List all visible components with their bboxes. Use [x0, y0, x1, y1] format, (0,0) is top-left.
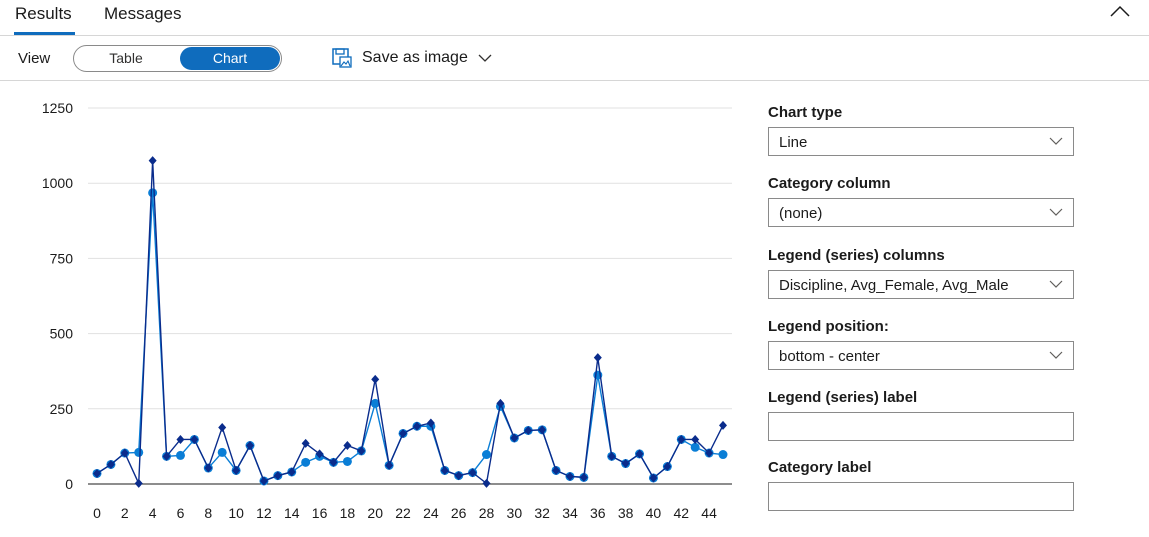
series-2-point — [301, 457, 311, 467]
x-tick-label: 10 — [228, 505, 244, 521]
series-1-point — [371, 374, 380, 384]
active-tab-indicator — [14, 32, 75, 35]
chevron-down-icon — [1049, 280, 1063, 288]
collapse-panel-button[interactable] — [1108, 2, 1132, 22]
series-2-point — [718, 450, 728, 460]
series-2-point — [690, 442, 700, 452]
series-1-point — [719, 420, 727, 430]
legend-series-label-label: Legend (series) label — [768, 389, 918, 406]
x-tick-label: 38 — [618, 505, 634, 521]
save-image-icon — [332, 48, 352, 68]
line-chart: 0250500750100012500 2 4 6 8 10 12 14 16 18 20 22 24 2… — [42, 100, 732, 521]
chevron-down-icon — [1049, 351, 1063, 359]
x-tick-label: 34 — [562, 505, 578, 521]
series-1-point — [593, 353, 602, 363]
x-tick-label: 28 — [479, 505, 495, 521]
x-tick-label: 12 — [256, 505, 272, 521]
view-toolbar: View Table Chart Save as image — [0, 36, 1149, 81]
chevron-down-icon — [1049, 137, 1063, 145]
x-tick-label: 42 — [673, 505, 689, 521]
series-1-point — [134, 478, 143, 488]
chevron-down-icon — [1049, 208, 1063, 216]
category-label-input[interactable] — [768, 482, 1074, 511]
y-tick-label: 1000 — [42, 175, 73, 191]
legend-position-value: bottom - center — [779, 348, 880, 365]
series-2-point — [217, 447, 227, 457]
legend-position-dropdown[interactable]: bottom - center — [768, 341, 1074, 370]
chart-type-value: Line — [779, 134, 808, 151]
legend-columns-label: Legend (series) columns — [768, 247, 945, 264]
series-2-point — [134, 447, 144, 457]
series-1-point — [218, 422, 227, 432]
category-column-value: (none) — [779, 205, 823, 222]
save-as-image-button[interactable]: Save as image — [331, 46, 492, 70]
category-column-dropdown[interactable]: (none) — [768, 198, 1074, 227]
y-tick-label: 1250 — [42, 100, 73, 116]
legend-columns-dropdown[interactable]: Discipline, Avg_Female, Avg_Male — [768, 270, 1074, 299]
x-tick-label: 44 — [701, 505, 717, 521]
chart-type-dropdown[interactable]: Line — [768, 127, 1074, 156]
x-tick-label: 36 — [590, 505, 606, 521]
y-tick-label: 250 — [50, 401, 74, 417]
x-tick-label: 0 — [93, 505, 101, 521]
x-tick-label: 8 — [204, 505, 212, 521]
x-tick-label: 18 — [340, 505, 356, 521]
x-tick-label: 16 — [312, 505, 328, 521]
legend-position-label: Legend position: — [768, 318, 889, 335]
x-tick-label: 40 — [646, 505, 662, 521]
results-tab-bar: Results Messages — [0, 0, 1149, 36]
series-1-line — [96, 160, 724, 485]
view-toggle: Table Chart — [73, 45, 282, 72]
chart-type-label: Chart type — [768, 104, 843, 121]
x-tick-label: 30 — [507, 505, 523, 521]
x-tick-label: 24 — [423, 505, 439, 521]
y-tick-label: 750 — [50, 250, 74, 266]
save-as-image-label: Save as image — [362, 49, 468, 66]
legend-columns-value: Discipline, Avg_Female, Avg_Male — [779, 277, 1009, 294]
tab-results[interactable]: Results — [15, 4, 72, 24]
table-view-button[interactable]: Table — [76, 47, 176, 70]
x-tick-label: 22 — [395, 505, 411, 521]
view-label: View — [18, 50, 51, 67]
y-tick-label: 500 — [50, 326, 74, 342]
x-tick-label: 4 — [149, 505, 157, 521]
series-1-point — [148, 156, 157, 166]
chart-view-button[interactable]: Chart — [180, 47, 280, 70]
series-2-point — [482, 450, 492, 460]
series-2-point — [148, 188, 158, 198]
x-tick-label: 20 — [367, 505, 383, 521]
x-tick-label: 26 — [451, 505, 467, 521]
x-tick-label: 6 — [177, 505, 185, 521]
series-1-point — [482, 478, 491, 488]
y-tick-label: 0 — [65, 476, 73, 492]
chevron-down-icon — [478, 54, 492, 62]
category-label-label: Category label — [768, 459, 872, 476]
series-2-point — [175, 450, 185, 460]
tab-messages[interactable]: Messages — [104, 4, 181, 24]
chevron-up-icon — [1110, 5, 1130, 17]
series-2-point — [342, 456, 352, 466]
series-1-point — [301, 438, 310, 448]
x-tick-label: 32 — [534, 505, 550, 521]
category-column-label: Category column — [768, 175, 891, 192]
x-tick-label: 2 — [121, 505, 129, 521]
x-tick-label: 14 — [284, 505, 300, 521]
legend-series-label-input[interactable] — [768, 412, 1074, 441]
